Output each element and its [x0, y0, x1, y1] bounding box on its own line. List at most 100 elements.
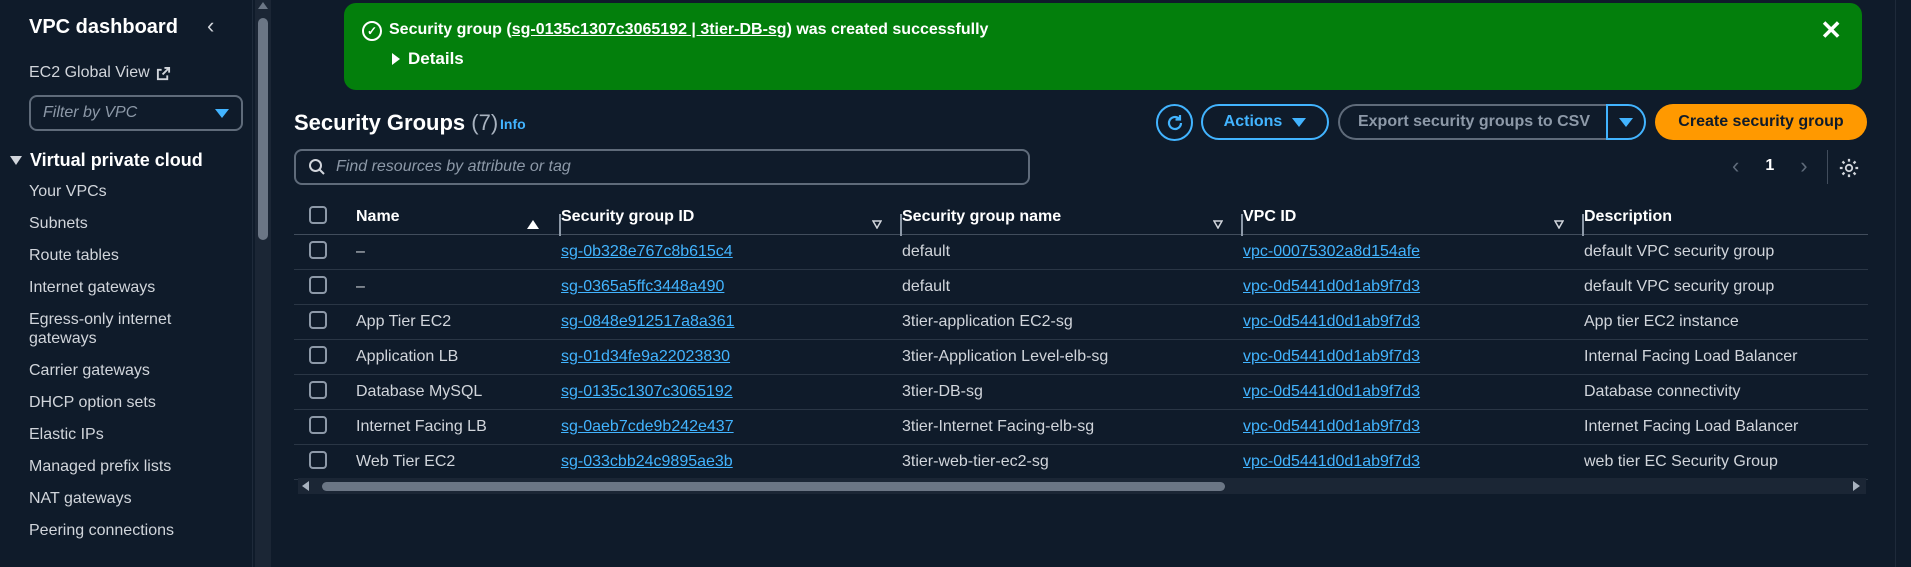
security-group-id-link[interactable]: sg-0848e912517a8a361 — [561, 313, 735, 331]
vpc-id-link[interactable]: vpc-0d5441d0d1ab9f7d3 — [1243, 453, 1420, 471]
current-page-number[interactable]: 1 — [1765, 157, 1774, 175]
flash-details-toggle[interactable]: Details — [392, 49, 464, 69]
sidebar: VPC dashboard ‹ EC2 Global View Filter b… — [0, 0, 253, 567]
sidebar-item-label: EC2 Global View — [29, 64, 150, 81]
column-resizer[interactable] — [1582, 214, 1584, 236]
row-select-cell — [294, 450, 356, 474]
column-header-description[interactable]: Description — [1584, 208, 1868, 226]
cell-security-group-name: default — [902, 278, 951, 295]
column-header-security-group-name[interactable]: Security group name — [902, 208, 1243, 236]
row-checkbox[interactable] — [309, 345, 327, 364]
row-checkbox[interactable] — [309, 450, 327, 469]
cell-security-group-id: sg-01d34fe9a22023830 — [561, 348, 902, 366]
table-row[interactable]: Web Tier EC2 sg-033cbb24c9895ae3b 3tier-… — [294, 445, 1868, 480]
select-all-checkbox[interactable] — [309, 205, 327, 224]
refresh-button[interactable] — [1156, 104, 1193, 141]
vpc-id-link[interactable]: vpc-0d5441d0d1ab9f7d3 — [1243, 278, 1420, 296]
sidebar-scrollbar-thumb[interactable] — [258, 18, 268, 240]
table-header: Name Security group ID Security group na… — [294, 200, 1868, 236]
cell-description: Internal Facing Load Balancer — [1584, 348, 1798, 365]
table-row[interactable]: Internet Facing LB sg-0aeb7cde9b242e437 … — [294, 410, 1868, 445]
scroll-left-arrow-icon[interactable] — [302, 481, 309, 491]
success-check-icon: ✓ — [362, 21, 382, 41]
horizontal-scrollbar-thumb[interactable] — [322, 482, 1225, 491]
scroll-right-arrow-icon[interactable] — [1853, 481, 1860, 491]
page-scrollbar[interactable] — [1895, 0, 1911, 567]
cell-security-group-name: 3tier-application EC2-sg — [902, 313, 1073, 330]
sidebar-item-your-vpcs[interactable]: Your VPCs — [29, 182, 189, 201]
vpc-filter-select[interactable]: Filter by VPC — [29, 95, 243, 131]
sidebar-item-elastic-ips[interactable]: Elastic IPs — [29, 425, 189, 444]
close-icon[interactable]: ✕ — [1820, 17, 1842, 43]
cell-description: web tier EC Security Group — [1584, 453, 1778, 470]
next-page-icon[interactable]: › — [1800, 155, 1807, 177]
sidebar-section-virtual-private-cloud[interactable]: Virtual private cloud — [10, 150, 203, 171]
flash-security-group-link[interactable]: sg-0135c1307c3065192 | 3tier-DB-sg — [512, 21, 787, 38]
cell-description: Internet Facing Load Balancer — [1584, 418, 1799, 435]
column-header-vpc-id[interactable]: VPC ID — [1243, 208, 1584, 236]
row-checkbox[interactable] — [309, 415, 327, 434]
column-header-security-group-id[interactable]: Security group ID — [561, 208, 902, 236]
security-group-id-link[interactable]: sg-01d34fe9a22023830 — [561, 348, 730, 366]
export-csv-button[interactable]: Export security groups to CSV — [1338, 104, 1608, 140]
sidebar-nav: Your VPCs Subnets Route tables Internet … — [29, 182, 189, 553]
row-select-cell — [294, 345, 356, 369]
create-security-group-button[interactable]: Create security group — [1655, 104, 1867, 140]
row-checkbox[interactable] — [309, 275, 327, 294]
column-header-name[interactable]: Name — [356, 208, 561, 236]
previous-page-icon[interactable]: ‹ — [1732, 155, 1739, 177]
security-group-id-link[interactable]: sg-0b328e767c8b615c4 — [561, 243, 733, 261]
table-horizontal-scrollbar[interactable] — [298, 478, 1866, 494]
search-input[interactable] — [336, 158, 996, 176]
actions-button[interactable]: Actions — [1201, 104, 1329, 140]
sidebar-scrollbar[interactable] — [255, 0, 271, 567]
security-group-id-link[interactable]: sg-033cbb24c9895ae3b — [561, 453, 733, 471]
success-flashbar: ✓ Security group (sg-0135c1307c3065192 |… — [344, 3, 1862, 90]
vpc-id-link[interactable]: vpc-0d5441d0d1ab9f7d3 — [1243, 418, 1420, 436]
row-select-cell — [294, 275, 356, 299]
flash-message-suffix: ) was created successfully — [786, 21, 989, 38]
cell-security-group-name: 3tier-DB-sg — [902, 383, 983, 400]
cell-name: – — [356, 278, 365, 295]
page-title: Security Groups (7) — [294, 110, 498, 136]
security-group-id-link[interactable]: sg-0135c1307c3065192 — [561, 383, 733, 401]
security-groups-table: Name Security group ID Security group na… — [294, 200, 1868, 480]
row-checkbox[interactable] — [309, 310, 327, 329]
sidebar-item-subnets[interactable]: Subnets — [29, 214, 189, 233]
sidebar-item-carrier-gateways[interactable]: Carrier gateways — [29, 361, 189, 380]
vpc-id-link[interactable]: vpc-0d5441d0d1ab9f7d3 — [1243, 348, 1420, 366]
security-group-id-link[interactable]: sg-0365a5ffc3448a490 — [561, 278, 724, 296]
sidebar-item-nat-gateways[interactable]: NAT gateways — [29, 489, 189, 508]
caret-down-icon — [1292, 117, 1307, 127]
sidebar-item-route-tables[interactable]: Route tables — [29, 246, 189, 265]
sort-icon — [1213, 220, 1223, 229]
table-row[interactable]: Application LB sg-01d34fe9a22023830 3tie… — [294, 340, 1868, 375]
sidebar-item-peering-connections[interactable]: Peering connections — [29, 521, 189, 540]
sidebar-section-label: Virtual private cloud — [30, 150, 203, 170]
vpc-id-link[interactable]: vpc-0d5441d0d1ab9f7d3 — [1243, 313, 1420, 331]
security-group-id-link[interactable]: sg-0aeb7cde9b242e437 — [561, 418, 734, 436]
actions-label: Actions — [1223, 113, 1283, 130]
vpc-id-link[interactable]: vpc-00075302a8d154afe — [1243, 243, 1420, 261]
table-row[interactable]: – sg-0365a5ffc3448a490 default vpc-0d544… — [294, 270, 1868, 305]
column-header-label: Security group name — [902, 208, 1062, 225]
table-row[interactable]: Database MySQL sg-0135c1307c3065192 3tie… — [294, 375, 1868, 410]
sidebar-item-egress-only-internet-gateways[interactable]: Egress-only internet gateways — [29, 310, 189, 348]
gear-icon[interactable] — [1838, 157, 1860, 179]
scroll-up-arrow-icon[interactable] — [258, 2, 268, 9]
sidebar-item-ec2-global-view[interactable]: EC2 Global View — [29, 64, 171, 82]
table-row[interactable]: App Tier EC2 sg-0848e912517a8a361 3tier-… — [294, 305, 1868, 340]
search-field[interactable] — [294, 149, 1030, 185]
vpc-id-link[interactable]: vpc-0d5441d0d1ab9f7d3 — [1243, 383, 1420, 401]
export-dropdown-button[interactable] — [1606, 104, 1646, 140]
sidebar-item-internet-gateways[interactable]: Internet gateways — [29, 278, 189, 297]
cell-security-group-name: default — [902, 243, 951, 260]
collapse-sidebar-icon[interactable]: ‹ — [207, 15, 227, 39]
row-checkbox[interactable] — [309, 240, 327, 259]
sidebar-item-dhcp-option-sets[interactable]: DHCP option sets — [29, 393, 189, 412]
row-checkbox[interactable] — [309, 380, 327, 399]
sidebar-item-managed-prefix-lists[interactable]: Managed prefix lists — [29, 457, 189, 476]
info-link[interactable]: Info — [500, 116, 526, 132]
cell-description: default VPC security group — [1584, 278, 1775, 295]
table-row[interactable]: – sg-0b328e767c8b615c4 default vpc-00075… — [294, 235, 1868, 270]
